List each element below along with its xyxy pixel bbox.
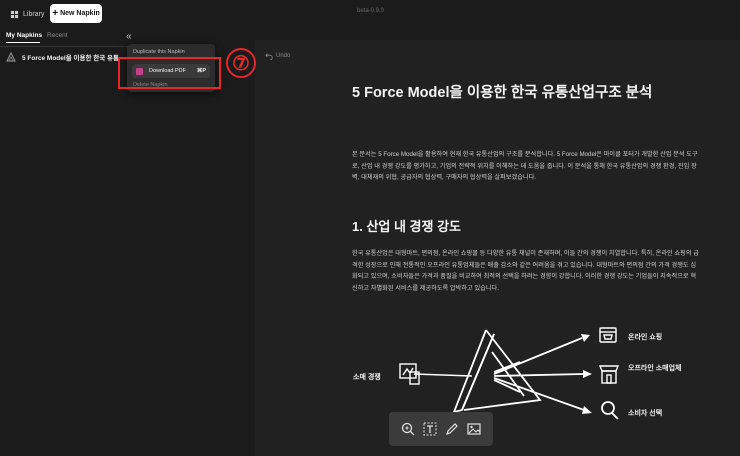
pen-icon [446,423,458,435]
pen-button[interactable] [443,420,461,438]
undo-icon [265,53,273,60]
collapse-sidebar-icon[interactable]: « [126,31,132,42]
visual-toolbar [389,412,493,446]
text-box-button[interactable] [421,420,439,438]
version-label: beta-0.9.0 [357,8,385,14]
consumer-choice-icon [601,401,619,420]
tab-my-napkins[interactable]: My Napkins [6,32,42,39]
image-button[interactable] [465,420,483,438]
top-bar: Library + New Napkin beta-0.9.0 [0,0,740,28]
napkin-icon [6,52,16,62]
annotation-highlight-box [118,57,221,89]
undo-label: Undo [276,53,291,59]
document-title[interactable]: 5 Force Model을 이용한 한국 유통산업구조 분석 [352,83,700,104]
library-button[interactable]: Library [6,5,48,23]
magic-zoom-button[interactable] [399,420,417,438]
online-shopping-icon [599,327,617,343]
library-label: Library [23,10,45,18]
sidebar-tabs: My Napkins Recent « [0,30,138,47]
illustration-label-offline: 오프라인 소매업체 [628,365,682,372]
library-icon [10,10,19,18]
section-paragraph[interactable]: 한국 유통산업은 대형마트, 편의점, 온라인 쇼핑몰 등 다양한 유통 채널이… [352,248,700,294]
sidebar: My Napkins Recent « 5 Force Model을 이용한 한… [0,28,138,456]
undo-button[interactable]: Undo [265,52,290,60]
illustration-label-left: 소매 경쟁 [353,374,381,381]
magic-zoom-icon [401,422,415,436]
intro-paragraph[interactable]: 본 문서는 5 Force Model을 활용하여 현재 한국 유통산업의 구조… [352,149,700,184]
retail-competition-icon [399,363,420,385]
plus-icon: + [52,7,59,19]
text-box-icon [423,422,437,436]
offline-store-icon [598,365,620,384]
illustration-label-online: 온라인 쇼핑 [628,334,663,341]
image-icon [467,423,481,435]
new-napkin-label: New Napkin [60,10,100,17]
illustration-label-consumer: 소비자 선택 [628,410,663,417]
menu-item-duplicate[interactable]: Duplicate this Napkin [133,47,185,57]
active-tab-indicator [6,42,40,43]
divider [0,46,138,47]
napkin-title: 5 Force Model을 이용한 한국 유통 [22,55,119,62]
annotation-step-badge: ⑦ [226,48,256,78]
section-heading[interactable]: 1. 산업 내 경쟁 강도 [352,216,461,235]
new-napkin-button[interactable]: + New Napkin [50,4,102,23]
tab-recent[interactable]: Recent [47,32,68,39]
incoming-ray [413,373,473,377]
sidebar-item-napkin[interactable]: 5 Force Model을 이용한 한국 유통 [6,51,119,63]
